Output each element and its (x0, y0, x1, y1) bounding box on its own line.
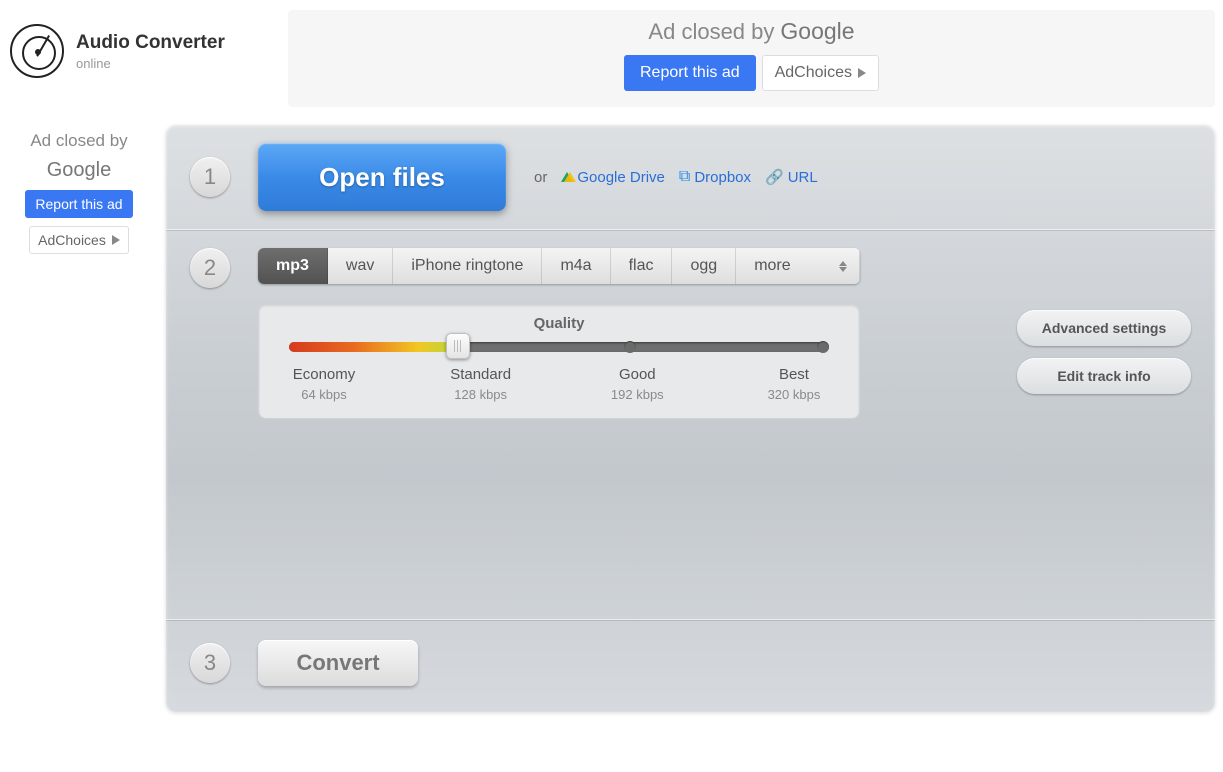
adchoices-label: AdChoices (775, 64, 852, 82)
adchoices-icon (858, 68, 866, 78)
quality-label: Economy (289, 366, 359, 383)
ad-left-closed-text: Ad closed by (30, 131, 127, 151)
format-tab-wav[interactable]: wav (328, 248, 393, 284)
quality-label: Standard (446, 366, 516, 383)
convert-button[interactable]: Convert (258, 640, 418, 686)
url-label: URL (788, 169, 818, 186)
dropbox-label: Dropbox (694, 169, 751, 186)
slider-fill (289, 342, 451, 352)
or-text: or (534, 169, 547, 186)
adchoices-button[interactable]: AdChoices (762, 55, 879, 91)
format-tab-iphone-ringtone[interactable]: iPhone ringtone (393, 248, 542, 284)
quality-level-best: Best 320 kbps (759, 366, 829, 402)
adchoices-left-button[interactable]: AdChoices (29, 226, 129, 254)
sort-icon (839, 261, 847, 272)
format-tab-ogg[interactable]: ogg (672, 248, 736, 284)
dropbox-icon: ⧉ (679, 168, 690, 186)
format-more-label: more (754, 257, 790, 275)
format-tabs: mp3 wav iPhone ringtone m4a flac ogg mor… (258, 248, 860, 284)
report-ad-button[interactable]: Report this ad (624, 55, 756, 91)
ad-top-banner: Ad closed by Google Report this ad AdCho… (288, 10, 1215, 107)
main-panel: 1 Open files or Google Drive ⧉Dropbox 🔗U… (166, 125, 1215, 712)
google-logo-text: Google (780, 18, 854, 45)
advanced-settings-button[interactable]: Advanced settings (1017, 310, 1191, 346)
logo-block: Audio Converter online (10, 10, 280, 78)
open-files-button[interactable]: Open files (258, 143, 506, 211)
logo-icon (10, 24, 64, 78)
quality-kbps: 128 kbps (446, 387, 516, 402)
step-2-badge: 2 (190, 248, 230, 288)
url-link[interactable]: 🔗URL (765, 168, 818, 186)
google-drive-label: Google Drive (577, 169, 665, 186)
app-subtitle: online (76, 56, 225, 71)
google-drive-link[interactable]: Google Drive (561, 169, 665, 186)
url-icon: 🔗 (765, 168, 784, 186)
step-3-row: 3 Convert (166, 620, 1215, 712)
quality-label: Good (602, 366, 672, 383)
quality-block: Quality Economy 64 kbps Standard (258, 304, 860, 419)
format-tab-mp3[interactable]: mp3 (258, 248, 328, 284)
dropbox-link[interactable]: ⧉Dropbox (679, 168, 751, 186)
ad-left-google-text: Google (47, 159, 112, 182)
ad-closed-text: Ad closed by (648, 19, 774, 45)
quality-level-good: Good 192 kbps (602, 366, 672, 402)
report-ad-left-button[interactable]: Report this ad (25, 190, 132, 218)
format-tab-m4a[interactable]: m4a (542, 248, 610, 284)
format-tab-more[interactable]: more (736, 248, 860, 284)
adchoices-icon (112, 235, 120, 245)
quality-kbps: 64 kbps (289, 387, 359, 402)
step-2-row: 2 mp3 wav iPhone ringtone m4a flac ogg m… (166, 230, 1215, 620)
quality-kbps: 192 kbps (602, 387, 672, 402)
step-1-row: 1 Open files or Google Drive ⧉Dropbox 🔗U… (166, 125, 1215, 230)
quality-slider[interactable] (289, 342, 829, 352)
quality-kbps: 320 kbps (759, 387, 829, 402)
quality-title: Quality (289, 315, 829, 332)
app-title: Audio Converter (76, 32, 225, 54)
quality-label: Best (759, 366, 829, 383)
ad-left-sidebar: Ad closed by Google Report this ad AdCho… (14, 125, 144, 254)
format-tab-flac[interactable]: flac (611, 248, 673, 284)
slider-notch-best (817, 341, 829, 353)
edit-track-info-button[interactable]: Edit track info (1017, 358, 1191, 394)
slider-handle[interactable] (446, 333, 470, 359)
step-3-badge: 3 (190, 643, 230, 683)
google-drive-icon (561, 172, 573, 182)
adchoices-left-label: AdChoices (38, 232, 106, 248)
quality-level-economy: Economy 64 kbps (289, 366, 359, 402)
step-1-badge: 1 (190, 157, 230, 197)
slider-notch-good (624, 341, 636, 353)
quality-level-standard: Standard 128 kbps (446, 366, 516, 402)
